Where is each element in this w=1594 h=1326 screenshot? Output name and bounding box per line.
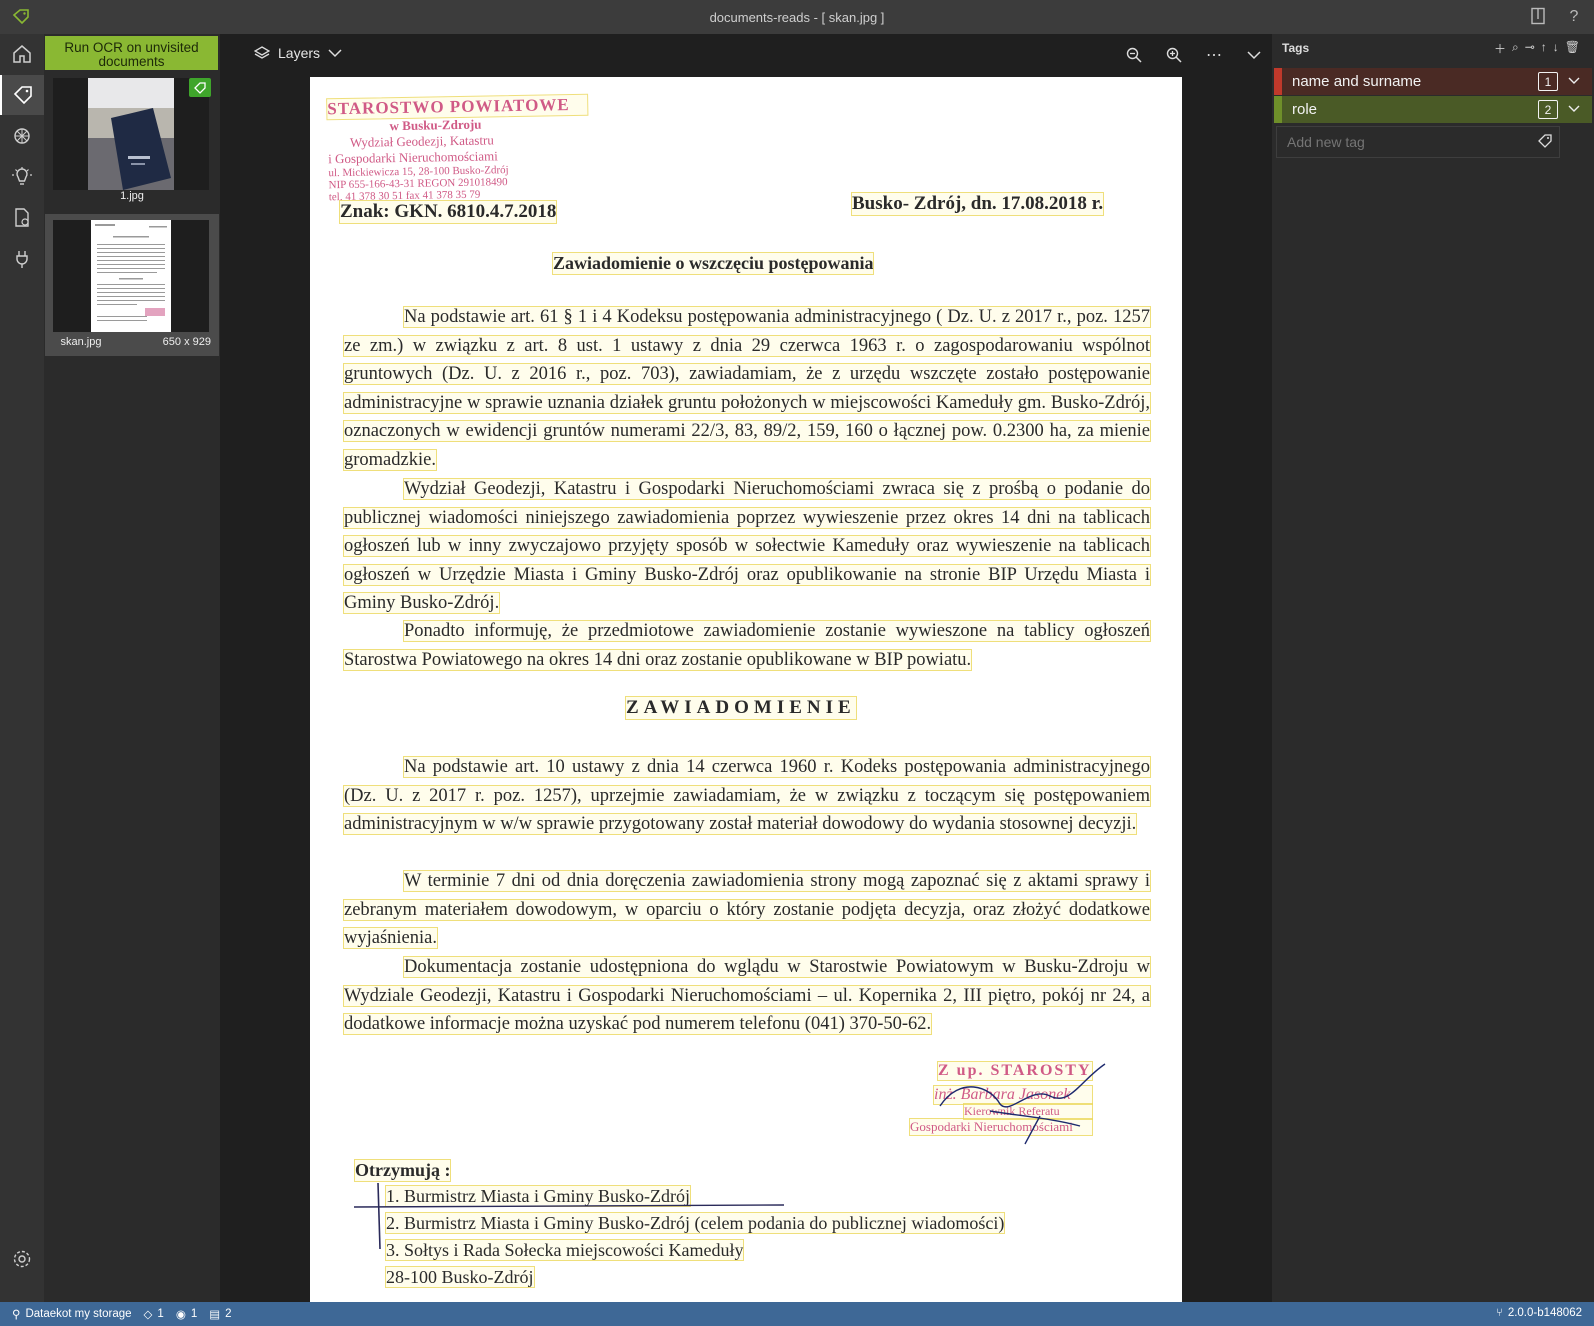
version-label: 2.0.0-b148062 bbox=[1507, 1307, 1582, 1319]
body-paragraph: Dokumentacja zostanie udostępniona do wg… bbox=[343, 953, 1151, 1039]
body-paragraph: Na podstawie art. 61 § 1 i 4 Kodeksu pos… bbox=[343, 303, 1151, 474]
tag-label: name and surname bbox=[1292, 73, 1422, 90]
visited-count-value: 1 bbox=[190, 1308, 198, 1320]
nav-predict[interactable] bbox=[0, 157, 44, 197]
ocr-text[interactable]: Wydział Geodezji, Katastru i Gospodarki … bbox=[343, 478, 1151, 614]
thumbnail-2[interactable]: skan.jpg 650 x 929 bbox=[45, 214, 219, 356]
document-count-value: 2 bbox=[225, 1308, 232, 1320]
thumbnail-name: skan.jpg bbox=[60, 336, 102, 348]
add-new-tag-input[interactable] bbox=[1276, 126, 1560, 158]
home-icon bbox=[13, 45, 31, 63]
title-bar: documents-reads - [ skan.jpg ] ? bbox=[0, 0, 1594, 34]
editor-toolbar: Layers ⋯ bbox=[220, 34, 1272, 76]
tag-hotkey: 1 bbox=[1538, 72, 1558, 91]
layers-label: Layers bbox=[278, 45, 321, 61]
recipient-cross-mark bbox=[354, 1183, 785, 1250]
body-paragraph: Na podstawie art. 10 ustawy z dnia 14 cz… bbox=[343, 753, 1151, 839]
tag-item-name-and-surname[interactable]: name and surname 1 bbox=[1274, 68, 1592, 95]
zoom-in-icon[interactable] bbox=[1164, 44, 1184, 66]
help-icon[interactable]: ? bbox=[1564, 7, 1584, 27]
more-options-icon[interactable]: ⋯ bbox=[1204, 44, 1224, 66]
tag-icon bbox=[1538, 134, 1552, 148]
tag-item-role[interactable]: role 2 bbox=[1274, 96, 1592, 123]
recipients-label[interactable]: Otrzymują : bbox=[353, 1159, 452, 1182]
thumbnail-1[interactable]: 1.jpg bbox=[45, 72, 219, 206]
chevron-down-icon[interactable] bbox=[1568, 76, 1582, 88]
ocr-text[interactable]: Dokumentacja zostanie udostępniona do wg… bbox=[343, 956, 1151, 1035]
thumbnail-image bbox=[53, 220, 209, 332]
tagged-badge-icon bbox=[189, 78, 211, 97]
office-stamp: STAROSTWO POWIATOWE w Busku-Zdroju Wydzi… bbox=[326, 93, 589, 203]
model-icon bbox=[14, 128, 30, 144]
tagged-count: ◇ 1 bbox=[144, 1307, 164, 1321]
add-icon[interactable]: ＋ bbox=[1494, 40, 1506, 57]
eye-icon: ◉ bbox=[175, 1309, 186, 1321]
tag-icon: ◇ bbox=[143, 1309, 153, 1321]
run-ocr-button[interactable]: Run OCR on unvisited documents bbox=[45, 36, 218, 70]
signature-stamp: Z up. STAROSTY inż. Barbara Jasonek Kier… bbox=[909, 1061, 1106, 1145]
gear-icon bbox=[13, 1250, 31, 1268]
chevron-down-icon bbox=[328, 49, 342, 58]
handwritten-signature bbox=[939, 1063, 1106, 1145]
tagged-count-value: 1 bbox=[157, 1308, 164, 1320]
body-paragraph: Wydział Geodezji, Katastru i Gospodarki … bbox=[343, 475, 1151, 618]
nav-train-model[interactable] bbox=[0, 116, 44, 156]
document-heading[interactable]: ZAWIADOMIENIE bbox=[625, 696, 857, 720]
version-info: ⑂ 2.0.0-b148062 bbox=[1496, 1307, 1582, 1319]
window-title: documents-reads - [ skan.jpg ] bbox=[709, 9, 885, 25]
activity-bar bbox=[0, 34, 44, 1302]
storage-indicator[interactable]: ⚲ Dataekot my storage bbox=[12, 1307, 132, 1321]
ocr-text[interactable]: Ponadto informuję, że przedmiotowe zawia… bbox=[343, 620, 1151, 671]
plug-icon: ⚲ bbox=[12, 1309, 21, 1321]
tag-hotkey: 2 bbox=[1538, 100, 1558, 119]
chevron-down-icon[interactable] bbox=[1568, 104, 1582, 116]
tag-icon bbox=[13, 86, 32, 105]
document-page[interactable]: STAROSTWO POWIATOWE w Busku-Zdroju Wydzi… bbox=[310, 77, 1182, 1302]
delete-icon[interactable]: 🗑 bbox=[1565, 40, 1580, 57]
tags-header: Tags bbox=[1282, 41, 1310, 55]
ocr-text[interactable]: Na podstawie art. 61 § 1 i 4 Kodeksu pos… bbox=[343, 306, 1151, 471]
ocr-text[interactable]: Na podstawie art. 10 ustawy z dnia 14 cz… bbox=[343, 756, 1151, 835]
status-bar: ⚲ Dataekot my storage ◇ 1 ◉ 1 ▤ 2 ⑂ 2.0.… bbox=[0, 1302, 1594, 1326]
body-paragraph: W terminie 7 dni od dnia doręczenia zawi… bbox=[343, 867, 1151, 953]
tag-label: role bbox=[1292, 101, 1318, 118]
thumbnail-panel: Run OCR on unvisited documents 1.jpg ska… bbox=[44, 34, 220, 1302]
layers-dropdown[interactable]: Layers bbox=[254, 45, 342, 61]
arrow-up-icon[interactable]: ↑ bbox=[1541, 40, 1547, 57]
lightbulb-icon bbox=[12, 167, 32, 185]
search-icon[interactable]: ⌕ bbox=[1512, 40, 1519, 57]
nav-export-settings[interactable] bbox=[0, 198, 44, 238]
thumbnail-size: 650 x 929 bbox=[162, 336, 211, 348]
thumbnail-image bbox=[53, 78, 209, 190]
arrow-down-icon[interactable]: ↓ bbox=[1553, 40, 1559, 57]
document-count: ▤ 2 bbox=[209, 1307, 231, 1321]
book-icon[interactable] bbox=[1528, 7, 1548, 27]
nav-connections[interactable] bbox=[0, 239, 44, 279]
layers-icon bbox=[254, 46, 270, 59]
nav-settings[interactable] bbox=[0, 1239, 44, 1279]
nav-home[interactable] bbox=[0, 34, 44, 74]
plug-icon bbox=[16, 251, 28, 268]
export-settings-icon bbox=[15, 208, 29, 227]
reference-number[interactable]: Znak: GKN. 6810.4.7.2018 bbox=[338, 200, 558, 224]
app-logo-icon bbox=[12, 9, 29, 25]
zoom-out-icon[interactable] bbox=[1124, 44, 1144, 66]
document-icon: ▤ bbox=[209, 1309, 221, 1321]
recipient-item[interactable]: 28-100 Busko-Zdrój bbox=[385, 1266, 535, 1288]
branch-icon: ⑂ bbox=[1495, 1307, 1503, 1319]
chevron-down-icon[interactable] bbox=[1244, 44, 1264, 66]
tag-color-swatch bbox=[1274, 68, 1282, 95]
nav-tag-editor[interactable] bbox=[0, 75, 44, 115]
thumbnail-name: 1.jpg bbox=[120, 190, 144, 202]
tag-color-swatch bbox=[1274, 96, 1282, 123]
tags-panel: Tags ＋ ⌕ ⊸ ↑ ↓ 🗑 name and surname 1 role… bbox=[1272, 34, 1594, 1302]
visited-count: ◉ 1 bbox=[176, 1307, 197, 1321]
body-paragraph: Ponadto informuję, że przedmiotowe zawia… bbox=[343, 617, 1151, 674]
editor-canvas: Layers ⋯ STAROSTWO POWIATOWE w Busku-Zdr… bbox=[220, 34, 1272, 1302]
document-heading[interactable]: Zawiadomienie o wszczęciu postępowania bbox=[551, 252, 875, 275]
document-date[interactable]: Busko- Zdrój, dn. 17.08.2018 r. bbox=[850, 192, 1105, 216]
lock-tag-icon[interactable]: ⊸ bbox=[1525, 40, 1535, 57]
storage-name: Dataekot my storage bbox=[25, 1308, 132, 1320]
ocr-text[interactable]: W terminie 7 dni od dnia doręczenia zawi… bbox=[343, 870, 1151, 949]
